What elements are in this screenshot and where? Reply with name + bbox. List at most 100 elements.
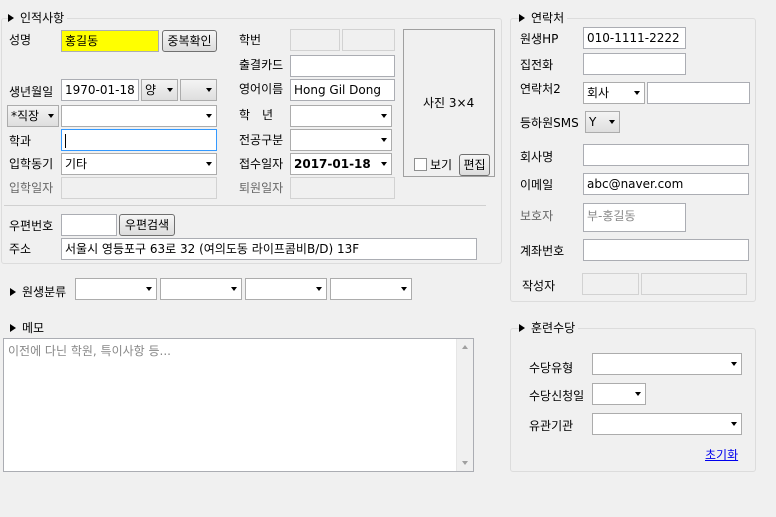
chevron-down-icon (634, 91, 640, 95)
guardian-input[interactable]: 부-홍길동 (583, 203, 686, 232)
english-name-input[interactable]: Hong Gil Dong (290, 79, 395, 101)
name-label: 성명 (9, 33, 32, 47)
entry-motive-label: 입학동기 (9, 157, 54, 171)
chevron-down-icon (206, 88, 212, 92)
birth-extra-select[interactable] (180, 79, 217, 101)
contact2-input[interactable] (647, 82, 750, 104)
photo-edit-button[interactable]: 편집 (459, 154, 490, 176)
reset-link[interactable]: 초기화 (705, 448, 738, 462)
account-input[interactable] (583, 239, 749, 261)
writer-input-1 (582, 273, 639, 295)
chevron-down-icon (381, 114, 387, 118)
major-type-select[interactable] (290, 129, 392, 151)
memo-title: 메모 (10, 321, 48, 335)
receipt-date-picker[interactable]: 2017-01-18 (290, 153, 392, 175)
birth-input[interactable]: 1970-01-18 (61, 79, 139, 101)
contact2-type-select[interactable]: 회사 (583, 82, 645, 104)
expand-triangle-icon (519, 324, 525, 332)
chevron-down-icon (316, 287, 322, 291)
email-input[interactable]: abc@naver.com (583, 173, 749, 195)
english-name-label: 영어이름 (239, 82, 284, 96)
personal-divider (4, 205, 486, 206)
entry-date-input (61, 177, 217, 199)
duplicate-check-button[interactable]: 중복확인 (162, 30, 217, 52)
memo-placeholder: 이전에 다닌 학원, 특이사항 등... (8, 344, 171, 358)
category-select-1[interactable] (75, 278, 157, 300)
writer-label: 작성자 (522, 279, 556, 293)
view-photo-label: 보기 (430, 158, 453, 172)
student-no-input-1 (290, 29, 340, 51)
writer-input-2 (641, 273, 747, 295)
attendance-card-label: 출결카드 (239, 58, 284, 72)
company-label: 회사명 (520, 150, 554, 164)
calendar-type-value: 양 (145, 83, 157, 97)
sms-label: 등하원SMS (520, 116, 579, 130)
chevron-down-icon (731, 422, 737, 426)
guardian-label: 보호자 (520, 209, 554, 223)
job-select[interactable] (61, 105, 217, 127)
allowance-apply-date-label: 수당신청일 (529, 389, 585, 403)
allowance-type-select[interactable] (592, 353, 742, 375)
view-photo-checkbox[interactable] (414, 158, 427, 171)
chevron-down-icon (635, 392, 641, 396)
chevron-down-icon (381, 162, 387, 166)
job-type-value: *직장 (11, 109, 40, 123)
account-label: 계좌번호 (520, 244, 565, 258)
dept-input[interactable] (61, 129, 217, 151)
address-label: 주소 (9, 242, 32, 256)
chevron-down-icon (206, 114, 212, 118)
home-phone-label: 집전화 (520, 58, 554, 72)
agency-select[interactable] (592, 413, 742, 435)
category-select-4[interactable] (330, 278, 412, 300)
chevron-down-icon (146, 287, 152, 291)
allowance-title: 훈련수당 (519, 321, 579, 335)
memo-scrollbar[interactable] (456, 339, 473, 471)
company-input[interactable] (583, 144, 749, 166)
chevron-down-icon (167, 88, 173, 92)
email-label: 이메일 (520, 178, 554, 192)
calendar-type-select[interactable]: 양 (141, 79, 178, 101)
expand-triangle-icon (10, 288, 16, 296)
leave-date-label: 퇴원일자 (239, 181, 284, 195)
chevron-down-icon (401, 287, 407, 291)
student-no-input-2 (342, 29, 395, 51)
photo-label: 사진 3×4 (423, 96, 475, 110)
expand-triangle-icon (8, 14, 14, 22)
chevron-down-icon (206, 162, 212, 166)
sms-select[interactable]: Y (585, 111, 620, 133)
entry-date-label: 입학일자 (9, 181, 54, 195)
text-cursor (65, 133, 66, 148)
birth-label: 생년월일 (9, 85, 54, 99)
scroll-up-icon[interactable] (462, 345, 468, 349)
grade-select[interactable] (290, 105, 392, 127)
hp-label: 원생HP (520, 32, 559, 46)
allowance-apply-date-picker[interactable] (592, 383, 646, 405)
expand-triangle-icon (10, 324, 16, 332)
attendance-card-input[interactable] (290, 55, 395, 77)
contact2-type-value: 회사 (587, 86, 610, 100)
dept-label: 학과 (9, 134, 32, 148)
category-select-2[interactable] (160, 278, 242, 300)
hp-input[interactable]: 010-1111-2222 (583, 27, 686, 49)
personal-info-title: 인적사항 (8, 11, 68, 25)
name-input[interactable]: 홍길동 (61, 30, 159, 52)
category-select-3[interactable] (245, 278, 327, 300)
leave-date-input (290, 177, 395, 199)
receipt-date-label: 접수일자 (239, 157, 284, 171)
entry-motive-select[interactable]: 기타 (61, 153, 217, 175)
allowance-type-label: 수당유형 (529, 361, 574, 375)
home-phone-input[interactable] (583, 53, 686, 75)
address-input[interactable]: 서울시 영등포구 63로 32 (여의도동 라이프콤비B/D) 13F (61, 238, 477, 260)
chevron-down-icon (48, 114, 54, 118)
student-no-label: 학번 (239, 33, 262, 47)
sms-value: Y (589, 115, 597, 129)
chevron-down-icon (381, 138, 387, 142)
scroll-down-icon[interactable] (462, 461, 468, 465)
job-type-select[interactable]: *직장 (7, 105, 59, 127)
student-category-title: 원생분류 (10, 285, 70, 299)
zip-search-button[interactable]: 우편검색 (119, 214, 175, 236)
zip-input[interactable] (61, 214, 117, 236)
entry-motive-value: 기타 (65, 157, 88, 171)
contact-title: 연락처 (519, 11, 568, 25)
memo-textarea[interactable]: 이전에 다닌 학원, 특이사항 등... (3, 338, 474, 472)
